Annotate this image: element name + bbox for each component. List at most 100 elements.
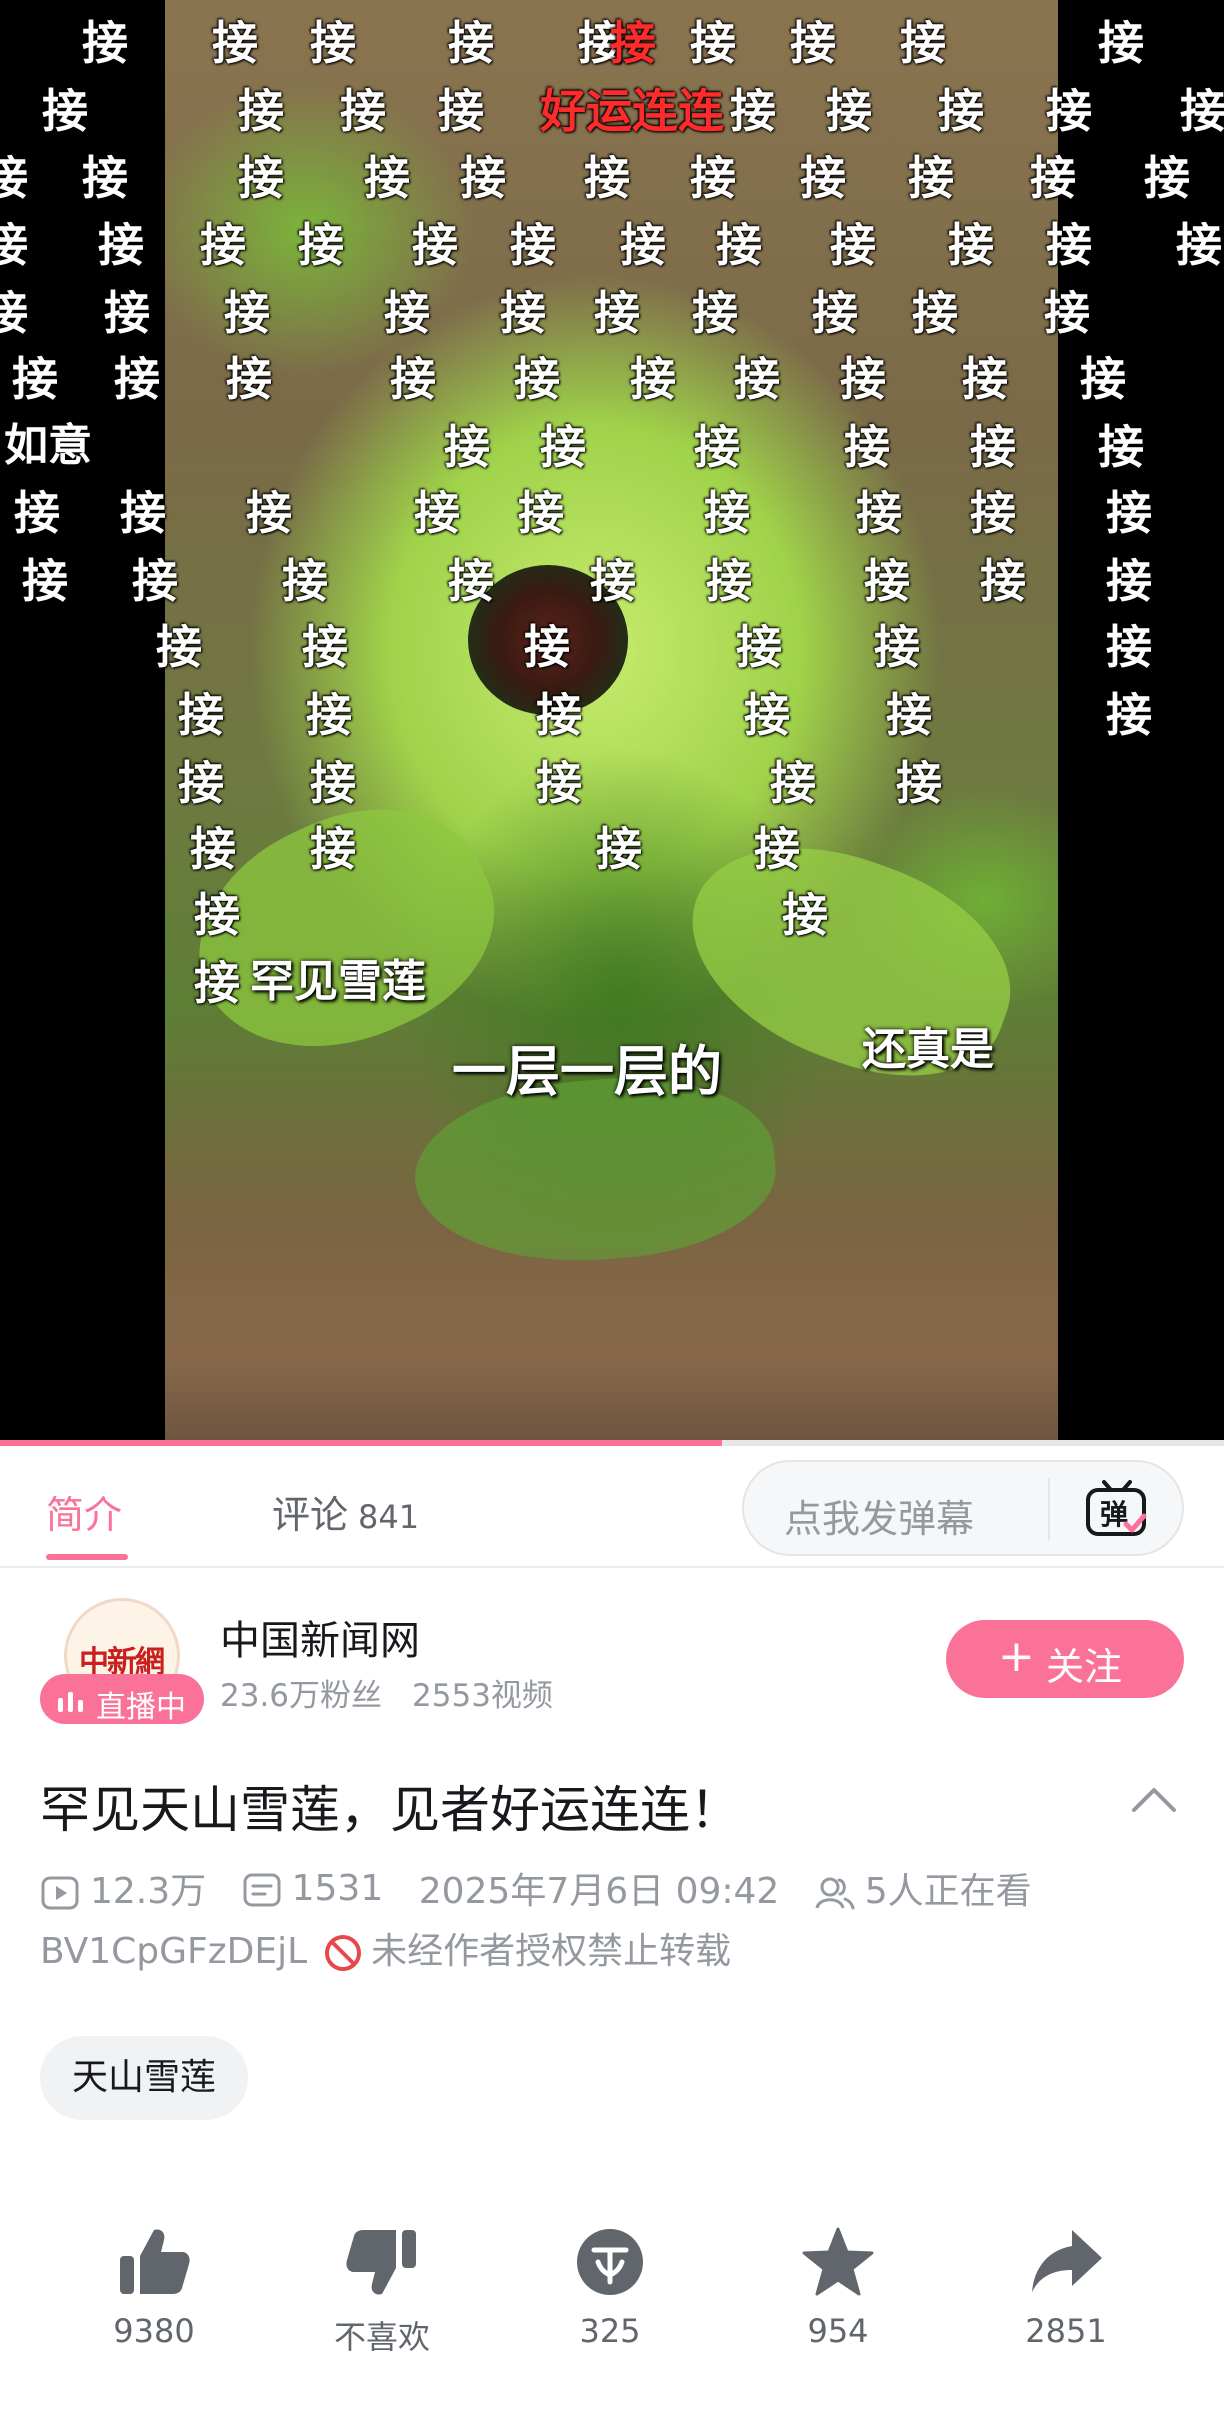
views-stat: 12.3万 — [40, 1862, 206, 1914]
danmaku-comment-highlight: 接 — [610, 16, 656, 70]
chevron-up-icon[interactable] — [1130, 1782, 1178, 1816]
danmaku-comment: 罕见雪莲 — [250, 956, 426, 1007]
video-tag[interactable]: 天山雪莲 — [40, 2036, 249, 2120]
danmaku-comment: 接 — [1098, 420, 1144, 474]
follow-button[interactable]: + 关注 — [946, 1620, 1184, 1698]
danmaku-comment: 接 — [826, 84, 872, 138]
live-badge[interactable]: 直播中 — [40, 1674, 204, 1725]
danmaku-toggle-icon[interactable]: 弹 — [1084, 1478, 1150, 1540]
danmaku-comment: 接 — [310, 756, 356, 810]
like-button[interactable]: 9380 — [64, 2226, 244, 2376]
play-count-icon — [41, 1876, 79, 1910]
danmaku-comment: 接 — [460, 151, 506, 205]
video-subtitle: 一层一层的 — [452, 1040, 722, 1103]
danmaku-comment: 如意 — [4, 420, 92, 471]
danmaku-comment: 接 — [844, 420, 890, 474]
danmaku-comment: 接 — [694, 420, 740, 474]
publish-datetime: 2025年7月6日 09:42 — [418, 1871, 780, 1912]
danmaku-comment: 接 — [1046, 218, 1092, 272]
danmaku-comment: 接 — [82, 151, 128, 205]
watching-count: 5人正在看 — [864, 1871, 1032, 1912]
danmaku-comment: 接 — [22, 554, 68, 608]
danmaku-comment: 接 — [412, 218, 458, 272]
danmaku-comment: 接 — [384, 286, 430, 340]
like-count: 9380 — [113, 2312, 195, 2350]
danmaku-comment: 接 — [178, 756, 224, 810]
tab-bar: 简介 评论 841 点我发弹幕 弹 — [0, 1446, 1224, 1568]
danmaku-comment: 接 — [716, 218, 762, 272]
video-player[interactable]: 接接接接接接接接接接接接接接接接接接接接接接接接接接接接接接接接接接接接接接接接… — [0, 0, 1224, 1440]
danmaku-input[interactable]: 点我发弹幕 弹 — [742, 1460, 1184, 1556]
danmaku-comment: 接 — [590, 554, 636, 608]
danmaku-comment: 接 — [812, 286, 858, 340]
danmaku-comment: 接 — [98, 218, 144, 272]
danmaku-comment: 接 — [0, 286, 28, 340]
danmaku-comment: 接 — [730, 84, 776, 138]
danmaku-comment: 接 — [132, 554, 178, 608]
uploader-stats: 23.6万粉丝 2553视频 — [220, 1670, 553, 1715]
no-repost-icon — [325, 1935, 362, 1971]
danmaku-comment: 接 — [840, 352, 886, 406]
danmaku-comment: 接 — [908, 151, 954, 205]
danmaku-comment: 接 — [630, 352, 676, 406]
video-title: 罕见天山雪莲，见者好运连连！ — [40, 1781, 740, 1839]
share-button[interactable]: 2851 — [976, 2226, 1156, 2376]
danmaku-comment: 接 — [1106, 486, 1152, 540]
uploader-name[interactable]: 中国新闻网 — [220, 1608, 420, 1666]
danmaku-comment: 接 — [390, 352, 436, 406]
danmaku-comment: 接 — [584, 151, 630, 205]
favorite-count: 954 — [807, 2312, 869, 2350]
danmaku-comment: 接 — [364, 151, 410, 205]
coin-button[interactable]: 325 — [520, 2226, 700, 2376]
danmaku-comment: 接 — [734, 352, 780, 406]
danmaku-comment: 接 — [1046, 84, 1092, 138]
coin-icon — [577, 2229, 643, 2295]
danmaku-comment: 接 — [536, 688, 582, 742]
coin-count: 325 — [579, 2312, 641, 2350]
tab-intro-label: 简介 — [46, 1493, 123, 1537]
danmaku-comment: 接 — [156, 620, 202, 674]
danmaku-stat: 1531 — [242, 1868, 383, 1909]
danmaku-comment: 接 — [510, 218, 556, 272]
danmaku-comment: 还真是 — [862, 1024, 994, 1075]
danmaku-input-placeholder: 点我发弹幕 — [784, 1497, 975, 1541]
danmaku-comment: 接 — [830, 218, 876, 272]
dislike-button[interactable]: 不喜欢 — [292, 2226, 472, 2376]
danmaku-comment: 接 — [1176, 218, 1222, 272]
views-count: 12.3万 — [90, 1871, 207, 1912]
danmaku-comment: 接 — [970, 486, 1016, 540]
danmaku-comment: 接 — [1098, 16, 1144, 70]
danmaku-comment: 接 — [298, 218, 344, 272]
video-meta-row: 12.3万 1531 2025年7月6日 09:42 5人正在看 — [40, 1862, 1032, 1912]
uploader-fans: 23.6万粉丝 — [220, 1678, 383, 1714]
danmaku-comment: 接 — [190, 822, 236, 876]
danmaku-comment: 接 — [980, 554, 1026, 608]
danmaku-comment: 接 — [912, 286, 958, 340]
favorite-button[interactable]: 954 — [748, 2226, 928, 2376]
danmaku-comment: 接 — [938, 84, 984, 138]
uploader-videos: 2553视频 — [412, 1678, 553, 1714]
danmaku-comment: 接 — [14, 486, 60, 540]
danmaku-comment: 接 — [120, 486, 166, 540]
danmaku-comment: 接 — [200, 218, 246, 272]
danmaku-comment: 接 — [800, 151, 846, 205]
danmaku-comment: 接 — [970, 420, 1016, 474]
danmaku-comment: 接 — [104, 286, 150, 340]
tab-comments[interactable]: 评论 841 — [272, 1484, 419, 1539]
copyright-notice: 未经作者授权禁止转载 — [371, 1931, 732, 1972]
plus-icon: + — [998, 1631, 1035, 1682]
danmaku-comment: 接 — [754, 822, 800, 876]
danmaku-comment: 接 — [114, 352, 160, 406]
divider — [1048, 1478, 1050, 1540]
danmaku-comment: 接 — [310, 16, 356, 70]
video-bvid[interactable]: BV1CpGFzDEjL — [40, 1931, 307, 1972]
danmaku-comment: 接 — [962, 352, 1008, 406]
star-icon — [802, 2227, 874, 2296]
danmaku-comment: 接 — [448, 16, 494, 70]
danmaku-comment: 接 — [864, 554, 910, 608]
live-badge-label: 直播中 — [96, 1690, 186, 1725]
tab-intro[interactable]: 简介 — [46, 1484, 122, 1539]
danmaku-comment: 接 — [238, 84, 284, 138]
danmaku-comment: 接 — [438, 84, 484, 138]
watching-stat: 5人正在看 — [815, 1862, 1032, 1914]
